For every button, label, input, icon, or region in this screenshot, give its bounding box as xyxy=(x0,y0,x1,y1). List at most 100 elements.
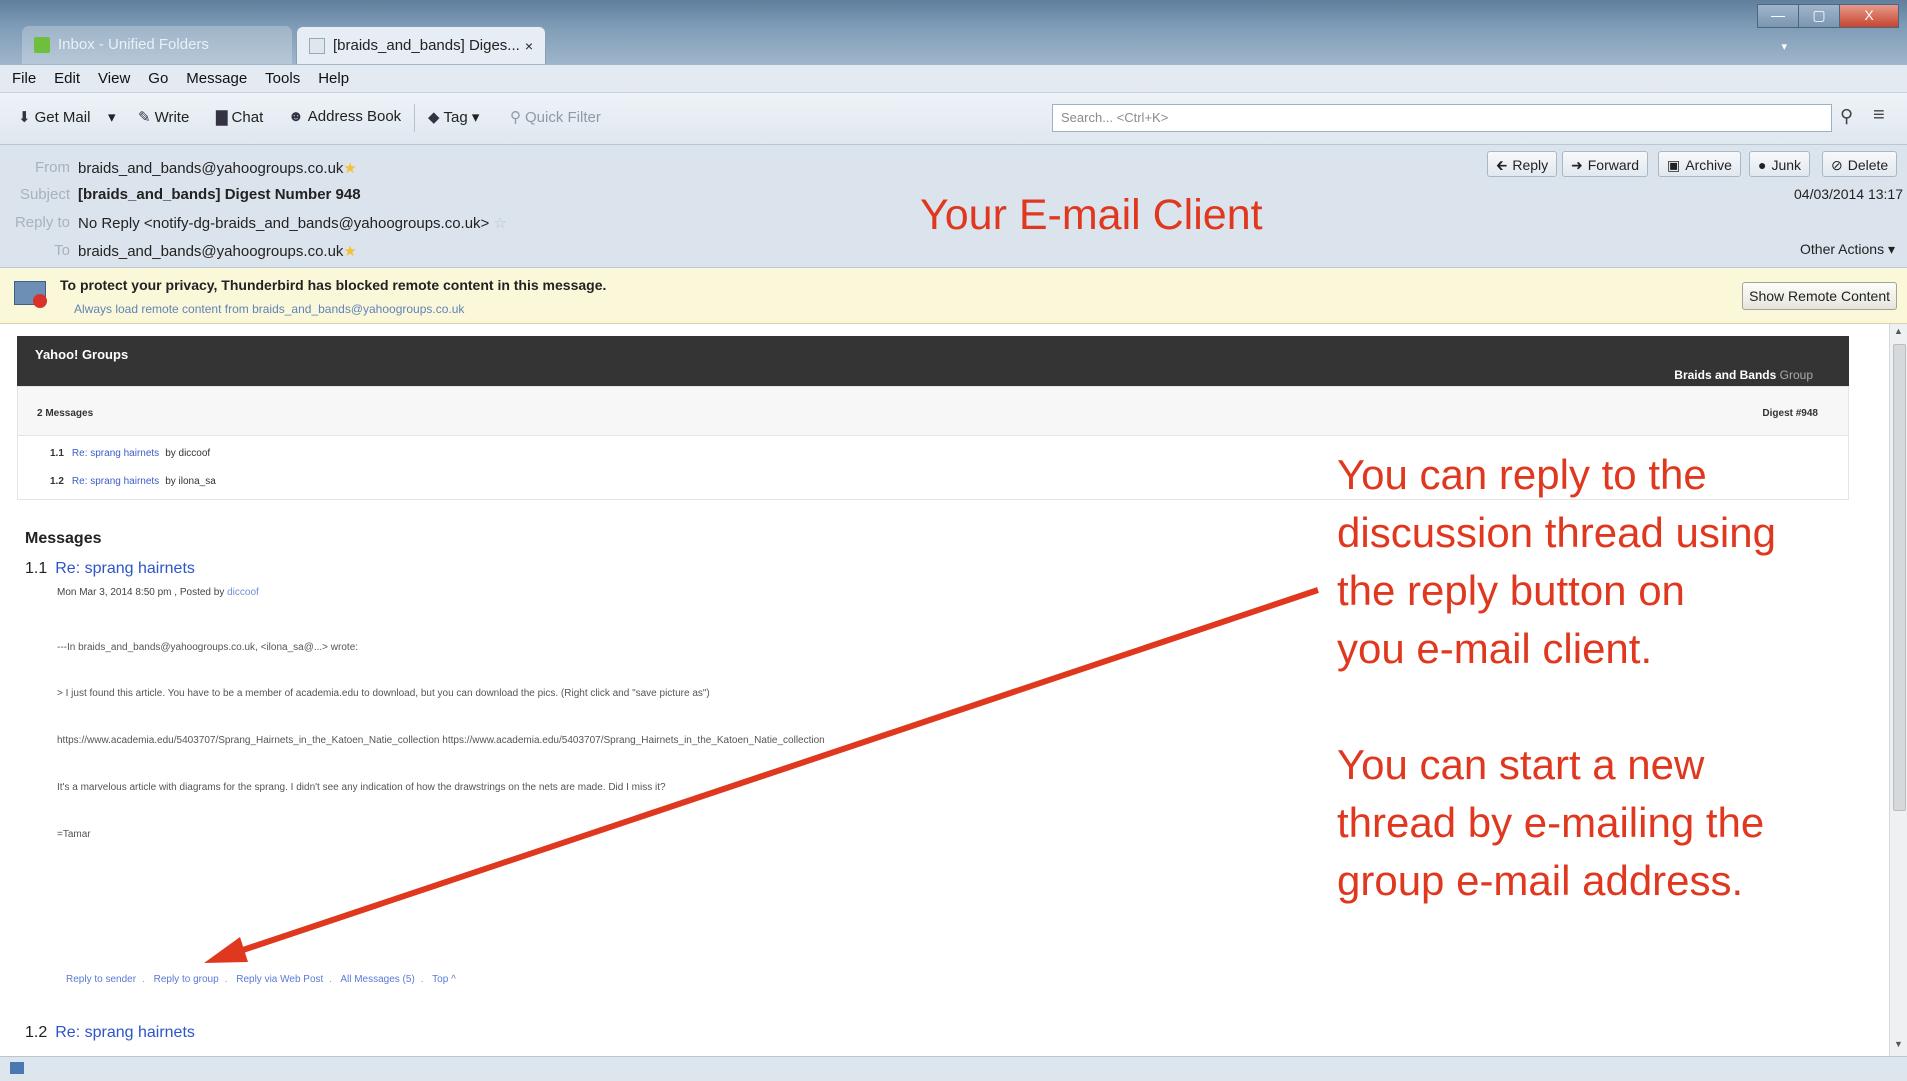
flame-icon: ● xyxy=(1758,157,1767,173)
tabs-menu-icon[interactable]: ▾ xyxy=(1781,40,1787,53)
tag-button[interactable]: ◆ Tag ▾ xyxy=(428,108,479,126)
menu-go[interactable]: Go xyxy=(148,70,168,87)
digest-summary-bar: 2 Messages Digest #948 xyxy=(17,386,1849,436)
search-icon[interactable]: ⚲ xyxy=(1840,106,1853,127)
chat-icon: ▇ xyxy=(216,109,228,126)
get-mail-button[interactable]: ⬇ Get Mail xyxy=(18,108,90,126)
reply-button[interactable]: 🡰 Reply xyxy=(1487,151,1558,177)
scrollbar-thumb[interactable] xyxy=(1893,344,1906,811)
message-1-actions: Reply to sender. Reply to group. Reply v… xyxy=(66,974,456,985)
chevron-down-icon: ▾ xyxy=(108,109,116,126)
yahoo-groups-banner: Yahoo! Groups Braids and Bands Group xyxy=(17,336,1849,386)
menu-view[interactable]: View xyxy=(98,70,130,87)
top-link[interactable]: Top ^ xyxy=(432,974,456,985)
all-messages-link[interactable]: All Messages (5) xyxy=(340,974,414,985)
menu-help[interactable]: Help xyxy=(318,70,349,87)
archive-button[interactable]: ▣ Archive xyxy=(1658,151,1741,177)
link-separator: . xyxy=(420,974,424,985)
to-address: braids_and_bands@yahoogroups.co.uk xyxy=(78,243,344,260)
message-count: 2 Messages xyxy=(37,408,94,419)
toc-number: 1.2 xyxy=(50,476,64,487)
message-date: 04/03/2014 13:17 xyxy=(1794,186,1903,202)
get-mail-dropdown[interactable]: ▾ xyxy=(108,108,116,126)
reply-via-web-post-link[interactable]: Reply via Web Post xyxy=(236,974,323,985)
menu-bar: File Edit View Go Message Tools Help xyxy=(0,65,1907,93)
menu-file[interactable]: File xyxy=(12,70,36,87)
reply-label: Reply xyxy=(1512,157,1549,173)
close-button[interactable]: X xyxy=(1839,4,1899,28)
scroll-down-icon[interactable]: ▼ xyxy=(1894,1039,1903,1049)
junk-label: Junk xyxy=(1771,157,1802,173)
menu-message[interactable]: Message xyxy=(186,70,247,87)
tab-digest-label: [braids_and_bands] Diges... xyxy=(333,37,520,54)
reply-to-label: Reply to xyxy=(14,214,70,231)
show-remote-content-button[interactable]: Show Remote Content xyxy=(1742,282,1897,310)
remote-content-notification: To protect your privacy, Thunderbird has… xyxy=(0,268,1907,324)
tag-icon: ◆ xyxy=(428,109,440,126)
reply-to-address: No Reply <notify-dg-braids_and_bands@yah… xyxy=(78,215,490,232)
search-input[interactable]: Search... <Ctrl+K> xyxy=(1052,104,1832,132)
annotation-new-thread-line: You can start a new xyxy=(1337,741,1705,788)
chat-button[interactable]: ▇ Chat xyxy=(216,108,263,126)
message-number: 1.1 xyxy=(25,560,48,577)
menu-tools[interactable]: Tools xyxy=(265,70,300,87)
main-toolbar: ⬇ Get Mail ▾ ✎ Write ▇ Chat ☻ Address Book ◆… xyxy=(0,93,1907,145)
message-subject-link[interactable]: Re: sprang hairnets xyxy=(55,1024,195,1041)
archive-label: Archive xyxy=(1685,157,1732,173)
group-name[interactable]: Braids and Bands Group xyxy=(1674,368,1813,382)
message-line[interactable]: https://www.academia.edu/5403707/Sprang_… xyxy=(57,735,825,746)
message-line: ---In braids_and_bands@yahoogroups.co.uk… xyxy=(57,642,359,653)
delete-label: Delete xyxy=(1847,157,1889,173)
address-book-button[interactable]: ☻ Address Book xyxy=(288,108,401,125)
reply-arrow-icon: 🡰 xyxy=(1496,157,1508,173)
blocked-image-icon xyxy=(14,281,47,308)
yahoo-groups-logo[interactable]: Yahoo! Groups xyxy=(35,347,128,362)
minimize-button[interactable]: — xyxy=(1757,4,1799,28)
reply-to-group-link[interactable]: Reply to group xyxy=(154,974,219,985)
annotation-title: Your E-mail Client xyxy=(920,191,1263,239)
get-mail-label: Get Mail xyxy=(34,109,91,126)
tab-inbox[interactable]: Inbox - Unified Folders xyxy=(22,26,292,64)
message-body: Yahoo! Groups Braids and Bands Group 2 M… xyxy=(0,324,1889,1056)
annotation-new-thread-line: group e-mail address. xyxy=(1337,857,1744,904)
tab-close-icon[interactable]: × xyxy=(525,27,533,64)
other-actions-button[interactable]: Other Actions ▾ xyxy=(1800,241,1895,258)
star-outline-icon[interactable]: ☆ xyxy=(494,215,507,232)
star-icon[interactable]: ★ xyxy=(343,243,356,260)
vertical-scrollbar[interactable]: ▲ ▼ xyxy=(1889,324,1907,1056)
link-separator: . xyxy=(142,974,145,985)
write-button[interactable]: ✎ Write xyxy=(138,108,189,126)
author-link[interactable]: diccoof xyxy=(227,587,259,598)
forward-label: Forward xyxy=(1587,157,1640,173)
toc-item: 1.1 Re: sprang hairnets by diccoof xyxy=(50,448,210,459)
delete-button[interactable]: ⊘ Delete xyxy=(1822,151,1898,177)
message-2-subject: 1.2 Re: sprang hairnets xyxy=(25,1024,195,1042)
activity-icon[interactable] xyxy=(10,1062,24,1074)
from-label: From xyxy=(35,159,70,176)
message-subject-link[interactable]: Re: sprang hairnets xyxy=(55,560,195,577)
archive-icon: ▣ xyxy=(1667,157,1681,173)
quick-filter-button[interactable]: ⚲ Quick Filter xyxy=(510,108,601,126)
contacts-icon: ☻ xyxy=(288,108,304,125)
junk-button[interactable]: ● Junk xyxy=(1749,151,1811,177)
tag-label: Tag xyxy=(443,109,468,126)
from-field[interactable]: braids_and_bands@yahoogroups.co.uk★ xyxy=(78,159,357,177)
reply-to-sender-link[interactable]: Reply to sender xyxy=(66,974,136,985)
menu-edit[interactable]: Edit xyxy=(54,70,80,87)
to-field[interactable]: braids_and_bands@yahoogroups.co.uk★ xyxy=(78,242,357,260)
reply-to-field[interactable]: No Reply <notify-dg-braids_and_bands@yah… xyxy=(78,214,507,232)
forward-button[interactable]: ➜ Forward xyxy=(1562,151,1649,177)
toc-link[interactable]: Re: sprang hairnets xyxy=(72,448,159,459)
scroll-up-icon[interactable]: ▲ xyxy=(1894,326,1903,336)
maximize-button[interactable]: ▢ xyxy=(1798,4,1840,28)
hamburger-menu-icon[interactable]: ≡ xyxy=(1873,104,1885,127)
status-bar xyxy=(0,1056,1907,1081)
star-icon[interactable]: ★ xyxy=(343,160,356,177)
always-load-link[interactable]: Always load remote content from braids_a… xyxy=(74,302,464,316)
annotation-reply-line: the reply button on xyxy=(1337,567,1685,614)
toc-link[interactable]: Re: sprang hairnets xyxy=(72,476,159,487)
subject-label: Subject xyxy=(19,186,70,203)
message-number: 1.2 xyxy=(25,1024,48,1041)
tab-digest[interactable]: [braids_and_bands] Diges... × xyxy=(296,26,546,64)
subject-text: [braids_and_bands] Digest Number 948 xyxy=(78,186,361,203)
